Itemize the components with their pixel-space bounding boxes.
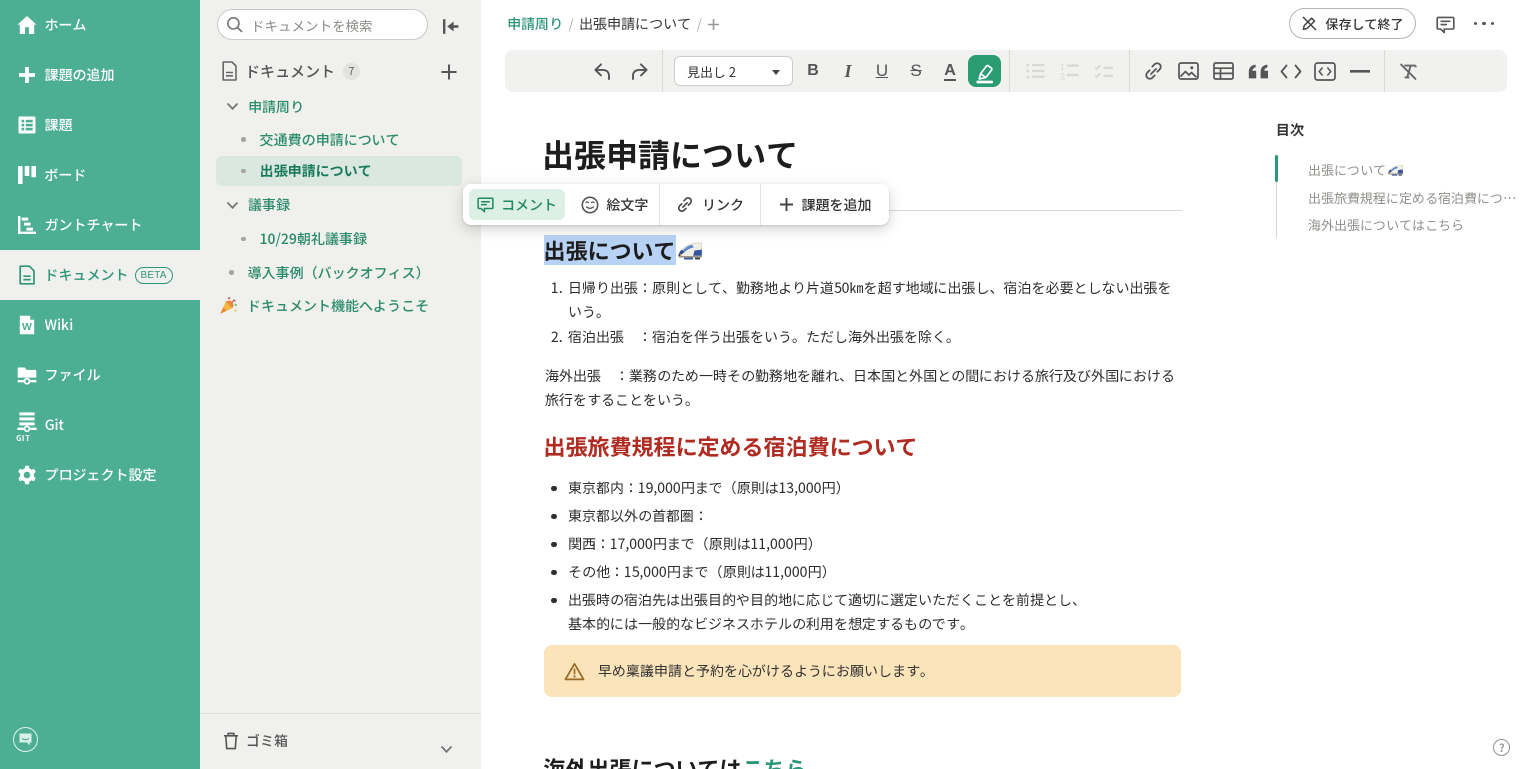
svg-text:W: W xyxy=(22,321,32,333)
svg-text:2: 2 xyxy=(1060,71,1065,80)
